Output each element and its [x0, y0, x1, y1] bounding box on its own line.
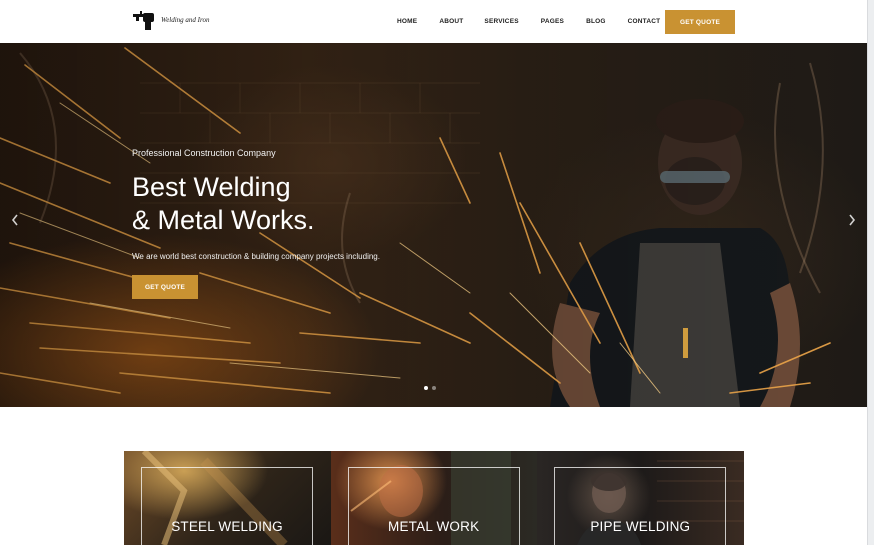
hero-title-line-2: & Metal Works. [132, 205, 315, 235]
nav-services[interactable]: SERVICES [484, 18, 518, 25]
service-card-pipe-welding[interactable]: PIPE WELDING [537, 451, 744, 545]
header-get-quote-button[interactable]: GET QUOTE [665, 10, 735, 34]
hero-eyebrow: Professional Construction Company [132, 148, 276, 158]
welder-logo-icon [133, 11, 154, 30]
service-title: PIPE WELDING [590, 519, 691, 534]
slider-dot-1[interactable] [424, 386, 428, 390]
chevron-left-icon [11, 214, 18, 226]
site-header: Welding and Iron HOME ABOUT SERVICES PAG… [0, 0, 867, 43]
nav-contact[interactable]: CONTACT [628, 18, 661, 25]
nav-pages[interactable]: PAGES [541, 18, 564, 25]
service-title: METAL WORK [388, 519, 480, 534]
services-row: STEEL WELDING METAL WORK PIPE WELDING [124, 451, 744, 545]
chevron-right-icon [849, 214, 856, 226]
slider-next-button[interactable] [845, 211, 859, 229]
hero-title-line-1: Best Welding [132, 172, 291, 202]
service-card-metal-work[interactable]: METAL WORK [330, 451, 538, 545]
hero-description: We are world best construction & buildin… [132, 252, 380, 261]
service-title: STEEL WELDING [171, 519, 283, 534]
nav-blog[interactable]: BLOG [586, 18, 606, 25]
slider-prev-button[interactable] [8, 211, 22, 229]
nav-about[interactable]: ABOUT [439, 18, 463, 25]
nav-home[interactable]: HOME [397, 18, 417, 25]
hero-title: Best Welding & Metal Works. [132, 171, 315, 237]
page: Welding and Iron HOME ABOUT SERVICES PAG… [0, 0, 868, 545]
service-card-steel-welding[interactable]: STEEL WELDING [124, 451, 331, 545]
hero-get-quote-button[interactable]: GET QUOTE [132, 275, 198, 299]
slider-pagination [424, 386, 436, 390]
brand-logo[interactable]: Welding and Iron [132, 10, 209, 32]
hero-overlay [0, 43, 867, 407]
main-nav: HOME ABOUT SERVICES PAGES BLOG CONTACT [397, 0, 660, 43]
brand-name: Welding and Iron [161, 16, 210, 24]
slider-dot-2[interactable] [432, 386, 436, 390]
hero-slider: Professional Construction Company Best W… [0, 43, 867, 407]
